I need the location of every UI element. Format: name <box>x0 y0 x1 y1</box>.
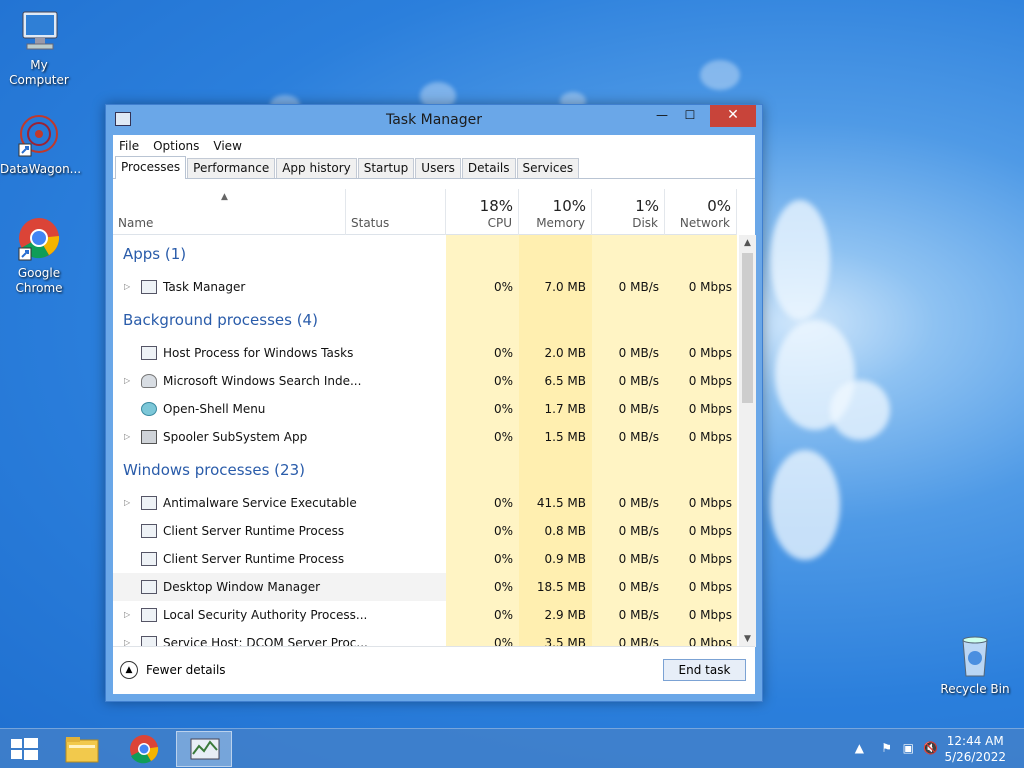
window-client: File Options View Processes Performance … <box>113 135 756 694</box>
column-header-disk[interactable]: 1% Disk <box>592 189 665 235</box>
table-row[interactable]: ▷ Service Host: DCOM Server Proc... 0% 3… <box>113 629 737 647</box>
volume-muted-icon[interactable]: 🔇 <box>923 741 938 755</box>
minimize-button[interactable]: — <box>648 105 676 127</box>
scroll-down-icon[interactable]: ▼ <box>739 631 756 647</box>
group-header-windows: Windows processes (23) <box>113 451 737 489</box>
network-icon[interactable]: ▣ <box>903 741 914 755</box>
column-header-cpu[interactable]: 18% CPU <box>446 189 519 235</box>
process-list: Apps (1) ▷ Task Manager 0% 7.0 MB 0 MB/s… <box>113 235 737 647</box>
table-row[interactable]: Desktop Window Manager 0% 18.5 MB 0 MB/s… <box>113 573 737 601</box>
chrome-icon <box>15 216 63 264</box>
tab-details[interactable]: Details <box>461 158 516 178</box>
table-row[interactable]: Host Process for Windows Tasks 0% 2.0 MB… <box>113 339 737 367</box>
title-bar[interactable]: Task Manager — ☐ ✕ <box>106 105 762 135</box>
taskbar: ▲ ⚑ ▣ 🔇 12:44 AM 5/26/2022 <box>0 728 1024 768</box>
table-row[interactable]: Client Server Runtime Process 0% 0.9 MB … <box>113 545 737 573</box>
column-header-memory[interactable]: 10% Memory <box>519 189 592 235</box>
desktop-icon-datawagon[interactable]: DataWagon... <box>0 112 81 177</box>
taskbar-file-explorer[interactable] <box>54 731 110 767</box>
table-row[interactable]: ▷ Microsoft Windows Search Inde... 0% 6.… <box>113 367 737 395</box>
vertical-scrollbar[interactable]: ▲ ▼ <box>739 235 756 647</box>
tab-services[interactable]: Services <box>516 158 580 178</box>
close-button[interactable]: ✕ <box>710 105 756 127</box>
group-header-apps: Apps (1) <box>113 235 737 273</box>
menu-view[interactable]: View <box>213 139 241 153</box>
maximize-button[interactable]: ☐ <box>676 105 704 127</box>
taskbar-task-manager[interactable] <box>176 731 232 767</box>
tab-processes[interactable]: Processes <box>115 156 187 179</box>
action-center-flag-icon[interactable]: ⚑ <box>881 741 892 755</box>
task-manager-window[interactable]: Task Manager — ☐ ✕ File Options View Pro… <box>105 104 763 702</box>
table-row[interactable]: ▷ Local Security Authority Process... 0%… <box>113 601 737 629</box>
desktop-icon-my-computer[interactable]: My Computer <box>0 8 78 88</box>
tab-performance[interactable]: Performance <box>187 158 276 178</box>
fewer-details-button[interactable]: ▲ Fewer details <box>120 661 226 679</box>
taskbar-chrome[interactable] <box>116 731 172 767</box>
tab-bar: Processes Performance App history Startu… <box>113 156 755 179</box>
footer-bar: ▲ Fewer details End task <box>113 646 755 694</box>
folder-icon <box>65 737 99 763</box>
end-task-button[interactable]: End task <box>663 659 746 681</box>
chrome-icon <box>130 735 159 764</box>
menu-bar: File Options View <box>113 135 755 157</box>
show-hidden-icons-icon[interactable]: ▲ <box>855 741 864 755</box>
column-header-network[interactable]: 0% Network <box>665 189 737 235</box>
recycle-bin-icon <box>951 632 999 680</box>
start-button[interactable] <box>0 731 56 767</box>
column-header-name[interactable]: ▲ Name <box>113 189 346 235</box>
sort-up-icon: ▲ <box>221 192 228 202</box>
scrollbar-thumb[interactable] <box>742 253 753 403</box>
group-header-background: Background processes (4) <box>113 301 737 339</box>
table-row[interactable]: ▷ Task Manager 0% 7.0 MB 0 MB/s 0 Mbps <box>113 273 737 301</box>
tab-startup[interactable]: Startup <box>357 158 415 178</box>
system-clock[interactable]: 12:44 AM 5/26/2022 <box>944 733 1006 765</box>
windows-logo-icon <box>11 738 38 760</box>
column-header-status[interactable]: Status <box>346 189 446 235</box>
computer-icon <box>15 8 63 56</box>
scroll-up-icon[interactable]: ▲ <box>739 235 756 251</box>
datawagon-icon <box>15 112 63 160</box>
desktop-icon-recycle-bin[interactable]: Recycle Bin <box>936 632 1014 697</box>
tab-users[interactable]: Users <box>415 158 461 178</box>
task-manager-icon <box>190 738 220 760</box>
table-row[interactable]: ▷ Spooler SubSystem App 0% 1.5 MB 0 MB/s… <box>113 423 737 451</box>
menu-options[interactable]: Options <box>153 139 199 153</box>
tab-app-history[interactable]: App history <box>276 158 357 178</box>
chevron-up-icon: ▲ <box>120 661 138 679</box>
table-row[interactable]: Client Server Runtime Process 0% 0.8 MB … <box>113 517 737 545</box>
table-row[interactable]: ▷ Antimalware Service Executable 0% 41.5… <box>113 489 737 517</box>
menu-file[interactable]: File <box>119 139 139 153</box>
column-header-row: ▲ Name Status 18% CPU 10% Memory 1% Disk… <box>113 189 737 235</box>
desktop-icon-google-chrome[interactable]: Google Chrome <box>0 216 78 296</box>
table-row[interactable]: Open-Shell Menu 0% 1.7 MB 0 MB/s 0 Mbps <box>113 395 737 423</box>
